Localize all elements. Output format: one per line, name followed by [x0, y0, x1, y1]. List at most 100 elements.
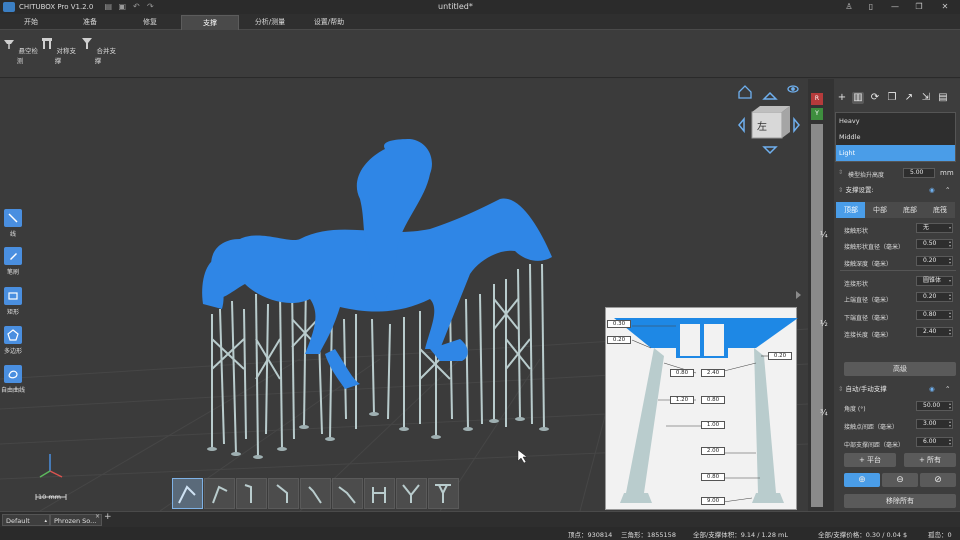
support-settings-header[interactable]: ⇕ 支撑设置: ◉ ⌃: [835, 185, 958, 196]
image-icon[interactable]: ▣: [115, 0, 129, 14]
diagram-label: 0.20: [607, 336, 631, 344]
support-shape-button[interactable]: [268, 478, 299, 509]
diagram-label: 1.20: [670, 396, 694, 404]
middle-spacing-input[interactable]: 6.00 ▴ ▾: [916, 437, 953, 447]
save-profile-icon[interactable]: ▤: [937, 92, 949, 104]
support-shape-icon: [435, 484, 451, 503]
tab-settings-help[interactable]: 设置/帮助: [300, 15, 358, 30]
diagram-label: 1.00: [701, 421, 725, 429]
status-bar: 顶点：930814 三角形：1855158 全部/支撑体积：9.14 / 1.2…: [0, 527, 960, 540]
support-shape-button[interactable]: [396, 478, 427, 509]
support-shape-button[interactable]: [364, 478, 395, 509]
param-input[interactable]: 0.50 ▴ ▾: [916, 239, 953, 249]
close-tab-icon[interactable]: ×: [95, 513, 100, 520]
add-support-mode-button[interactable]: ⊕: [844, 473, 880, 487]
import-icon[interactable]: ⇲: [920, 92, 932, 104]
rectangle-tool-label: 矩形: [6, 309, 19, 316]
tab-repair[interactable]: 修复: [121, 15, 179, 30]
lift-height-input[interactable]: 5.00: [903, 168, 935, 178]
advanced-button[interactable]: 高级: [844, 362, 956, 376]
line-icon: [8, 213, 18, 223]
support-shape-button[interactable]: [172, 478, 203, 509]
line-tool[interactable]: 线: [2, 209, 24, 238]
undo-icon[interactable]: ↶: [129, 0, 143, 14]
subtab-raft[interactable]: 底筏: [925, 202, 955, 218]
top-marker-r[interactable]: R: [811, 93, 823, 105]
refresh-icon[interactable]: ⟳: [869, 92, 881, 104]
rectangle-tool[interactable]: 矩形: [2, 287, 24, 316]
support-shape-icon: [372, 487, 386, 503]
delete-icon[interactable]: ▥: [852, 92, 864, 104]
polygon-tool[interactable]: 多边形: [2, 326, 24, 355]
add-platform-button[interactable]: + 平台: [844, 453, 896, 467]
angle-input[interactable]: 50.00 ▴ ▾: [916, 401, 953, 411]
document-title: untitled*: [438, 2, 473, 11]
param-input[interactable]: 0.20 ▴ ▾: [916, 292, 953, 302]
island-count: 孤岛：0: [928, 531, 952, 539]
profile-middle[interactable]: Middle: [836, 129, 955, 145]
param-label: 接触深度（毫米）: [844, 261, 893, 268]
support-settings-label: 支撑设置:: [845, 186, 874, 194]
support-shape-button[interactable]: [236, 478, 267, 509]
export-icon[interactable]: ↗: [903, 92, 915, 104]
triangle-count: 三角形：1855158: [621, 531, 676, 539]
ribbon-toolbar: 悬空检测 对称支撑 合并支撑: [0, 30, 960, 78]
minimize-button[interactable]: —: [884, 0, 906, 14]
top-marker-y[interactable]: Y: [811, 108, 823, 120]
add-icon[interactable]: +: [836, 92, 848, 104]
layer-slider[interactable]: [811, 124, 823, 507]
support-shape-icon: [308, 486, 322, 504]
overhang-detect-button[interactable]: 悬空检测: [0, 36, 40, 65]
param-value: 圆锥体: [923, 277, 942, 284]
collapse-chevron-icon[interactable]: ⌃: [945, 384, 950, 395]
param-input[interactable]: 0.20 ▴ ▾: [916, 256, 953, 266]
panel-expand-icon[interactable]: [796, 291, 801, 299]
tab-prepare[interactable]: 准备: [61, 15, 119, 30]
copy-icon[interactable]: ❐: [886, 92, 898, 104]
visibility-eye-icon[interactable]: ◉: [929, 384, 935, 395]
tab-analysis[interactable]: 分析/测量: [241, 15, 299, 30]
subtab-top[interactable]: 顶部: [836, 202, 866, 218]
merge-support-button[interactable]: 合并支撑: [78, 36, 118, 65]
param-label: 下端直径（毫米）: [844, 315, 893, 322]
support-shape-button[interactable]: [204, 478, 235, 509]
remove-all-button[interactable]: 移除所有: [844, 494, 956, 508]
close-button[interactable]: ✕: [934, 0, 956, 14]
profile-heavy[interactable]: Heavy: [836, 113, 955, 129]
contact-shape-select[interactable]: 无 ▾: [916, 223, 953, 233]
user-icon[interactable]: ♙: [838, 0, 860, 14]
restore-button[interactable]: ❐: [908, 0, 930, 14]
connection-shape-select[interactable]: 圆锥体 ▾: [916, 276, 953, 286]
remove-support-mode-button[interactable]: ⊖: [882, 473, 918, 487]
support-shape-button[interactable]: [428, 478, 459, 509]
symmetry-support-button[interactable]: 对称支撑: [38, 36, 78, 65]
support-shape-button[interactable]: [332, 478, 363, 509]
tab-start[interactable]: 开始: [2, 15, 60, 30]
auto-param-value: 3.00: [923, 420, 937, 427]
support-shape-button[interactable]: [300, 478, 331, 509]
contact-spacing-input[interactable]: 3.00 ▴ ▾: [916, 419, 953, 429]
redo-icon[interactable]: ↷: [143, 0, 157, 14]
subtab-middle[interactable]: 中部: [865, 202, 895, 218]
subtab-bottom[interactable]: 底部: [895, 202, 925, 218]
brush-tool[interactable]: 笔刷: [2, 247, 24, 276]
profile-light[interactable]: Light: [836, 145, 955, 161]
save-icon[interactable]: ▤: [101, 0, 115, 14]
vertex-count: 顶点：930814: [568, 531, 613, 539]
edit-support-mode-button[interactable]: ⊘: [920, 473, 956, 487]
add-all-button[interactable]: + 所有: [904, 453, 956, 467]
home-view-icon[interactable]: [738, 85, 752, 99]
auto-manual-header[interactable]: ⇕ 自动/手动支撑 ◉ ⌃: [835, 384, 958, 395]
visibility-eye-icon[interactable]: ◉: [929, 185, 935, 196]
add-tab-icon[interactable]: +: [104, 512, 112, 522]
printer-tab-default[interactable]: Default ▴: [2, 514, 50, 526]
collapse-chevron-icon[interactable]: ⌃: [945, 185, 950, 196]
polygon-tool-label: 多边形: [3, 348, 22, 355]
3d-viewport[interactable]: 左 10 mm 线 笔刷 矩形 多边形 自由曲线 0.30 0.20 0.20 …: [0, 79, 808, 511]
notification-icon[interactable]: ▯: [860, 0, 882, 14]
freehand-tool[interactable]: 自由曲线: [1, 365, 25, 394]
tab-support[interactable]: 支撑: [181, 15, 239, 30]
param-input[interactable]: 0.80 ▴ ▾: [916, 310, 953, 320]
param-input[interactable]: 2.40 ▴ ▾: [916, 327, 953, 337]
eye-view-icon[interactable]: [787, 85, 799, 93]
